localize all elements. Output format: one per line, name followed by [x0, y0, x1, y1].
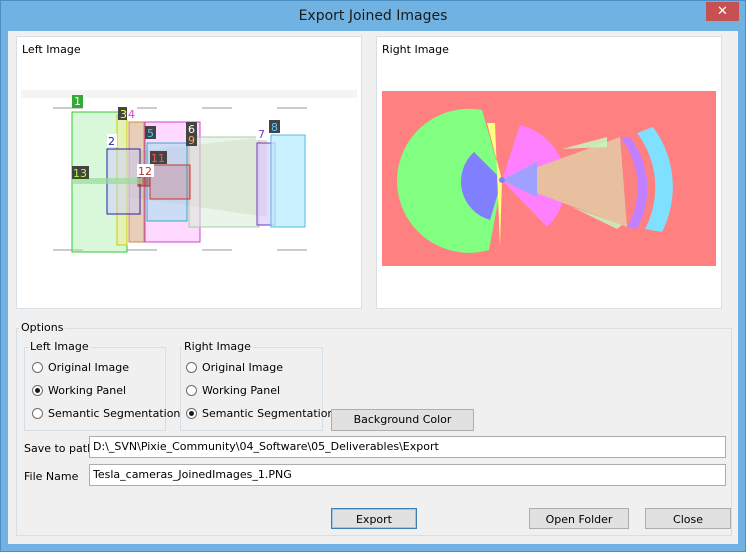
caption-line — [277, 249, 307, 251]
left-image-panel: Left Image 1 3 4 2 5 6 9 7 8 11 12 13 — [16, 36, 362, 309]
radio-label: Original Image — [202, 360, 283, 374]
radio-label: Semantic Segmentation — [202, 406, 335, 420]
radio-label: Working Panel — [48, 383, 127, 397]
label-8: 8 — [271, 121, 278, 134]
left-image-preview: 1 3 4 2 5 6 9 7 8 11 12 13 — [21, 90, 357, 253]
caption-line — [202, 107, 232, 109]
save-to-path-label: Save to path — [24, 442, 95, 455]
label-2: 2 — [108, 135, 115, 148]
caption-line — [277, 107, 307, 109]
file-name-input[interactable]: Tesla_cameras_JoinedImages_1.PNG — [89, 464, 726, 486]
box-11 — [149, 164, 191, 200]
right-image-group-label: Right Image — [182, 340, 253, 353]
caption-line — [127, 249, 157, 251]
box-8 — [270, 134, 306, 228]
left-working-panel-radio[interactable]: Working Panel — [32, 381, 126, 399]
dialog-client-area: Left Image 1 3 4 2 5 6 9 7 8 11 12 13 Ri… — [8, 31, 738, 544]
radio-circle[interactable] — [32, 407, 43, 419]
radio-circle[interactable] — [186, 384, 197, 396]
background-color-button[interactable]: Background Color — [331, 409, 474, 431]
options-label: Options — [19, 321, 66, 334]
image-header-strip — [21, 90, 357, 98]
radio-circle-selected[interactable] — [32, 384, 43, 396]
label-5: 5 — [147, 127, 154, 140]
save-to-path-input[interactable]: D:\_SVN\Pixie_Community\04_Software\05_D… — [89, 436, 726, 458]
label-13: 13 — [73, 167, 87, 180]
left-original-radio[interactable]: Original Image — [32, 358, 129, 376]
radio-label: Working Panel — [202, 383, 281, 397]
title-bar: Export Joined Images ✕ — [1, 1, 745, 31]
label-4: 4 — [128, 108, 135, 121]
export-dialog: Export Joined Images ✕ Left Image 1 3 4 … — [0, 0, 746, 552]
left-semantic-radio[interactable]: Semantic Segmentation — [32, 404, 180, 422]
radio-label: Original Image — [48, 360, 129, 374]
file-name-label: File Name — [24, 470, 79, 483]
label-1: 1 — [74, 95, 81, 108]
box-6 — [188, 136, 260, 228]
close-button[interactable]: Close — [645, 508, 731, 529]
right-original-radio[interactable]: Original Image — [186, 358, 283, 376]
label-3: 3 — [120, 108, 127, 121]
segment-center — [499, 177, 505, 183]
right-semantic-radio[interactable]: Semantic Segmentation — [186, 404, 334, 422]
label-12: 12 — [138, 165, 152, 178]
radio-circle-selected[interactable] — [186, 407, 197, 419]
open-folder-button[interactable]: Open Folder — [529, 508, 629, 529]
dialog-title: Export Joined Images — [298, 8, 448, 24]
radio-circle[interactable] — [186, 361, 197, 373]
radio-circle[interactable] — [32, 361, 43, 373]
label-11: 11 — [151, 152, 165, 165]
right-image-panel: Right Image — [376, 36, 722, 309]
label-7: 7 — [258, 128, 265, 141]
export-button[interactable]: Export — [331, 508, 417, 529]
right-image-preview — [382, 91, 716, 266]
caption-line — [202, 249, 232, 251]
label-9: 9 — [188, 134, 195, 147]
left-image-group-label: Left Image — [28, 340, 91, 353]
radio-label: Semantic Segmentation — [48, 406, 181, 420]
close-icon[interactable]: ✕ — [706, 2, 739, 21]
right-working-panel-radio[interactable]: Working Panel — [186, 381, 280, 399]
